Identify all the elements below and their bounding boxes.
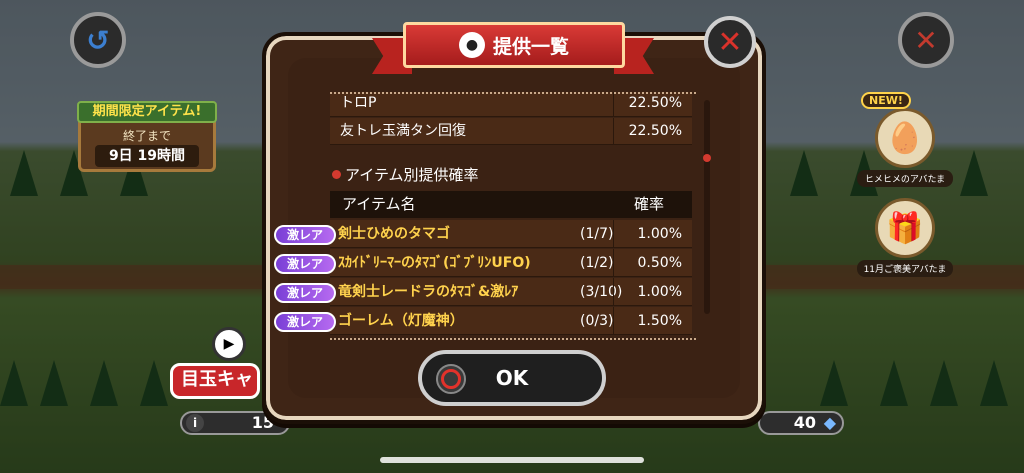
table-row: ｽｶｲﾄﾞﾘｰﾏｰのﾀﾏｺﾞ(ｺﾞﾌﾞﾘﾝUFO) (1/2) 0.50% bbox=[330, 249, 692, 277]
table-row: ゴーレム（灯魔神） (0/3) 1.50% bbox=[330, 307, 692, 335]
info-icon[interactable]: i bbox=[186, 414, 204, 432]
gift-box-icon: 🎁 bbox=[875, 198, 935, 258]
item-name: 剣士ひめのタマゴ bbox=[338, 226, 450, 242]
item-stock: (3/10) bbox=[580, 284, 623, 300]
limited-item-time: 9日 19時間 bbox=[95, 145, 199, 167]
rate-row: 友トレ玉満タン回復 22.50% bbox=[330, 118, 692, 145]
item-name: ｽｶｲﾄﾞﾘｰﾏｰのﾀﾏｺﾞ(ｺﾞﾌﾞﾘﾝUFO) bbox=[338, 255, 531, 271]
drop-icon: ● bbox=[458, 32, 485, 58]
rarity-badge: 激レア bbox=[274, 283, 336, 303]
item-name: ゴーレム（灯魔神） bbox=[338, 313, 464, 329]
item-name: 竜剣士レードラのﾀﾏｺﾞ&激ﾚｱ bbox=[338, 284, 519, 300]
header-item-name: アイテム名 bbox=[342, 195, 416, 213]
rarity-badge: 激レア bbox=[274, 225, 336, 245]
new-badge: NEW! bbox=[861, 92, 911, 109]
side-item-reward-egg[interactable]: 🎁 11月ご褒美アバたま bbox=[857, 198, 953, 277]
item-pct: 1.00% bbox=[637, 226, 682, 242]
back-button[interactable]: ↺ bbox=[70, 12, 126, 68]
rarity-badge: 激レア bbox=[274, 254, 336, 274]
ok-label: OK bbox=[495, 366, 529, 390]
avatar-egg-icon: 🥚 bbox=[875, 108, 935, 168]
list-divider-top bbox=[330, 92, 696, 94]
rates-scroll-area[interactable]: トロP 22.50% 友トレ玉満タン回復 22.50% アイテム別提供確率 アイ… bbox=[330, 92, 696, 338]
ok-button[interactable]: OK bbox=[418, 350, 606, 406]
side-item-label: ヒメヒメのアバたま bbox=[857, 170, 953, 187]
item-pct: 0.50% bbox=[637, 255, 682, 271]
background-close-button[interactable]: ✕ bbox=[898, 12, 954, 68]
rate-row-name: 友トレ玉満タン回復 bbox=[340, 123, 466, 139]
list-divider-bottom bbox=[330, 338, 696, 340]
item-pct: 1.50% bbox=[637, 313, 682, 329]
header-rate: 確率 bbox=[633, 195, 664, 213]
close-icon: ✕ bbox=[914, 23, 938, 57]
bullet-icon bbox=[332, 170, 341, 179]
close-icon: ✕ bbox=[717, 24, 743, 60]
side-item-label: 11月ご褒美アバたま bbox=[857, 260, 953, 277]
table-row: 竜剣士レードラのﾀﾏｺﾞ&激ﾚｱ (3/10) 1.00% bbox=[330, 278, 692, 306]
modal-title-ribbon: ● 提供一覧 bbox=[403, 22, 625, 68]
limited-item-title: 期間限定アイテム! bbox=[77, 101, 217, 123]
currency-bar-right: 40 ◆ bbox=[758, 411, 844, 435]
featured-gacha-button[interactable]: 目玉キャ bbox=[170, 363, 260, 399]
item-stock: (1/2) bbox=[580, 255, 614, 271]
currency-count-right: 40 bbox=[793, 413, 816, 432]
limited-item-until: 終了まで bbox=[122, 129, 171, 143]
rate-row-pct: 22.50% bbox=[628, 95, 682, 111]
section-title: アイテム別提供確率 bbox=[332, 164, 479, 185]
rate-row-name: トロP bbox=[340, 95, 377, 111]
modal-close-button[interactable]: ✕ bbox=[704, 16, 756, 68]
play-icon[interactable]: ▶ bbox=[212, 327, 246, 361]
home-indicator[interactable] bbox=[380, 457, 644, 463]
scrollbar-thumb[interactable] bbox=[703, 154, 711, 162]
ok-ring-icon bbox=[436, 364, 466, 394]
rarity-badge: 激レア bbox=[274, 312, 336, 332]
back-arrow-icon: ↺ bbox=[86, 23, 110, 57]
table-row: 剣士ひめのタマゴ (1/7) 1.00% bbox=[330, 220, 692, 248]
item-stock: (0/3) bbox=[580, 313, 614, 329]
item-pct: 1.00% bbox=[637, 284, 682, 300]
rate-row-pct: 22.50% bbox=[628, 123, 682, 139]
modal-title: 提供一覧 bbox=[492, 35, 569, 58]
scrollbar[interactable] bbox=[704, 100, 710, 314]
gem-icon: ◆ bbox=[823, 413, 836, 432]
limited-item-banner[interactable]: 期間限定アイテム! 終了まで 9日 19時間 bbox=[77, 101, 217, 172]
item-table-header: アイテム名 確率 bbox=[330, 191, 692, 218]
side-item-himehime-egg[interactable]: NEW! 🥚 ヒメヒメのアバたま bbox=[857, 92, 953, 187]
rate-row: トロP 22.50% bbox=[330, 92, 692, 117]
item-stock: (1/7) bbox=[580, 226, 614, 242]
